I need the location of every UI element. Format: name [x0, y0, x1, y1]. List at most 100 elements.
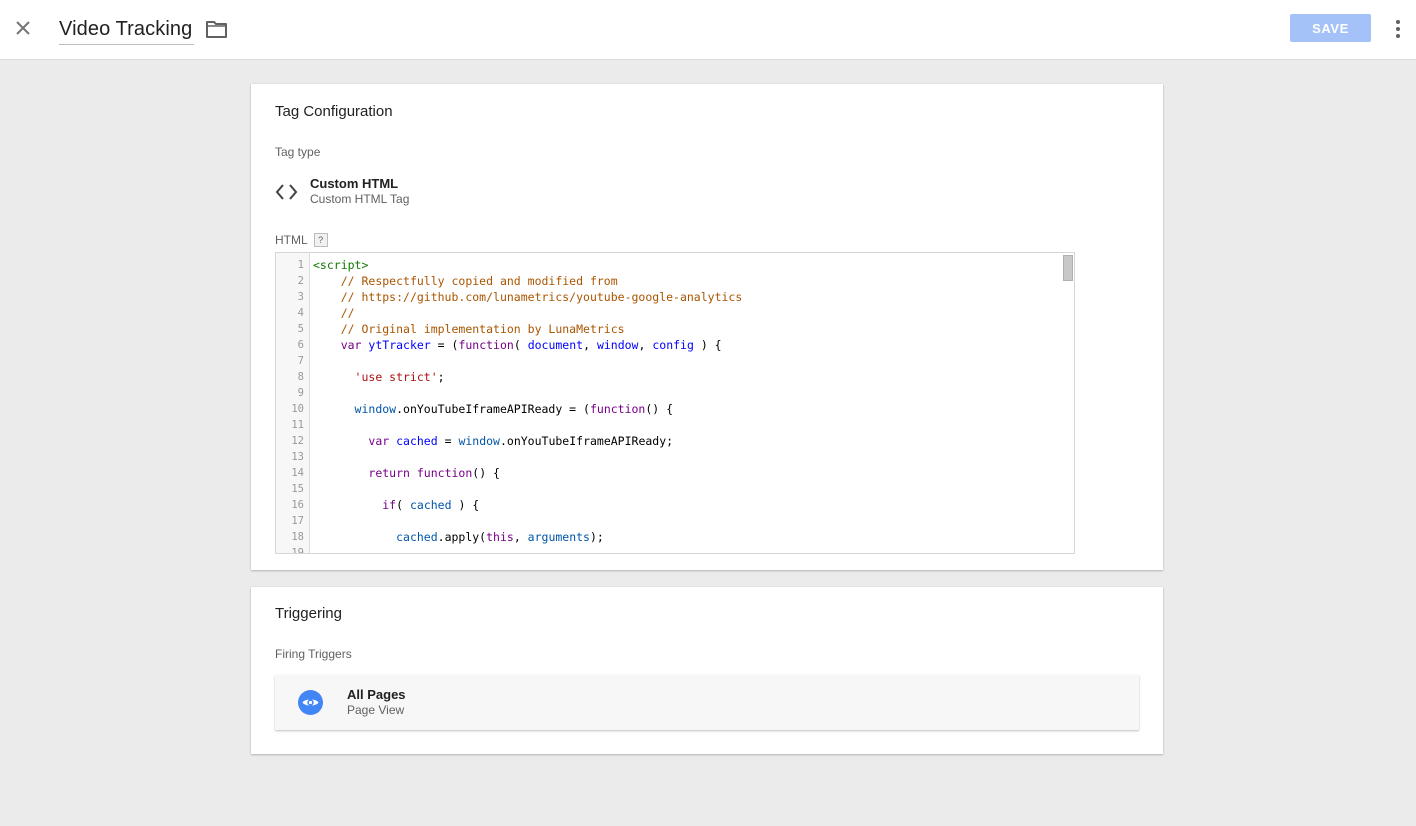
code-line[interactable]: 2 // Respectfully copied and modified fr… — [276, 273, 1074, 289]
card-title: Triggering — [275, 605, 342, 622]
line-number: 1 — [297, 259, 304, 271]
code-token: function — [458, 338, 514, 352]
line-number: 9 — [297, 387, 304, 399]
trigger-row-all-pages[interactable]: All Pages Page View — [275, 675, 1139, 730]
code-line[interactable]: 7 — [276, 353, 1074, 369]
line-number: 5 — [297, 323, 304, 335]
help-icon[interactable]: ? — [313, 233, 328, 247]
trigger-name: All Pages — [347, 687, 406, 702]
code-text: // — [313, 305, 355, 321]
code-token: var — [368, 434, 390, 448]
triggering-card[interactable]: Triggering Firing Triggers All Pages Pag… — [251, 587, 1163, 754]
folder-icon[interactable] — [205, 18, 229, 40]
code-token: ( — [396, 498, 410, 512]
code-line[interactable]: 3 // https://github.com/lunametrics/yout… — [276, 289, 1074, 305]
line-number: 2 — [297, 275, 304, 287]
code-line[interactable]: 14 return function() { — [276, 465, 1074, 481]
tag-type-subtitle: Custom HTML Tag — [310, 192, 410, 206]
code-token: function — [416, 466, 473, 480]
code-line[interactable]: 13 — [276, 449, 1074, 465]
line-number: 16 — [291, 499, 304, 511]
line-number: 7 — [297, 355, 304, 367]
tag-name-field[interactable]: Video Tracking — [59, 14, 195, 45]
code-token: cached — [396, 530, 438, 544]
tag-type-label: Tag type — [275, 145, 321, 159]
code-token: .onYouTubeIframeAPIReady = ( — [396, 402, 590, 416]
code-token: ytTracker — [368, 338, 431, 352]
code-line[interactable]: 6 var ytTracker = (function( document, w… — [276, 337, 1074, 353]
code-text: var cached = window.onYouTubeIframeAPIRe… — [313, 433, 673, 449]
code-line[interactable]: 9 — [276, 385, 1074, 401]
line-number: 14 — [291, 467, 304, 479]
code-line[interactable]: 19 — [276, 545, 1074, 554]
code-token: .onYouTubeIframeAPIReady; — [499, 434, 674, 448]
card-title: Tag Configuration — [275, 103, 393, 120]
code-line[interactable]: 15 — [276, 481, 1074, 497]
line-number: 10 — [291, 403, 304, 415]
close-icon[interactable] — [12, 17, 34, 39]
code-token: ) { — [693, 338, 722, 352]
code-text: <script> — [313, 257, 368, 273]
code-line[interactable]: 4 // — [276, 305, 1074, 321]
code-line[interactable]: 10 window.onYouTubeIframeAPIReady = (fun… — [276, 401, 1074, 417]
line-number: 6 — [297, 339, 304, 351]
code-text: cached.apply(this, arguments); — [313, 529, 604, 545]
line-number: 12 — [291, 435, 304, 447]
code-token: , — [638, 338, 653, 352]
code-line[interactable]: 12 var cached = window.onYouTubeIframeAP… — [276, 433, 1074, 449]
code-editor[interactable]: 1 <script> 2 // Respectfully copied and mo… — [275, 252, 1075, 554]
line-number: 8 — [297, 371, 304, 383]
top-bar: Video Tracking SAVE — [0, 0, 1416, 60]
code-lines[interactable]: 1 <script> 2 // Respectfully copied and mo… — [276, 257, 1074, 554]
code-line[interactable]: 17 — [276, 513, 1074, 529]
code-token: () { — [645, 402, 674, 416]
tag-configuration-card[interactable]: Tag Configuration Tag type Custom HTML C… — [251, 84, 1163, 570]
line-number: 17 — [291, 515, 304, 527]
line-number: 4 — [297, 307, 304, 319]
code-token: return — [368, 466, 410, 480]
code-text: if( cached ) { — [313, 497, 479, 513]
scrollbar-thumb[interactable] — [1063, 255, 1073, 281]
code-line[interactable]: 8 'use strict'; — [276, 369, 1074, 385]
code-token: = ( — [430, 338, 459, 352]
code-token: () { — [472, 466, 500, 480]
code-line[interactable]: 18 cached.apply(this, arguments); — [276, 529, 1074, 545]
code-token: <script> — [313, 258, 369, 272]
code-token: config — [652, 338, 694, 352]
code-line[interactable]: 5 // Original implementation by LunaMetr… — [276, 321, 1074, 337]
code-token: this — [486, 530, 514, 544]
line-number: 3 — [297, 291, 304, 303]
code-token: var — [340, 338, 362, 352]
code-token: function — [589, 402, 646, 416]
line-number: 11 — [291, 419, 304, 431]
code-text: // https://github.com/lunametrics/youtub… — [313, 289, 743, 305]
code-token: // Original implementation by LunaMetric… — [340, 322, 625, 336]
code-token: 'use strict' — [354, 370, 438, 384]
more-vert-icon[interactable] — [1388, 17, 1408, 41]
line-number: 19 — [291, 547, 304, 554]
code-text: window.onYouTubeIframeAPIReady = (functi… — [313, 401, 674, 417]
save-button[interactable]: SAVE — [1290, 14, 1371, 42]
code-token: arguments — [527, 530, 590, 544]
code-line[interactable]: 11 — [276, 417, 1074, 433]
code-token: ( — [513, 338, 528, 352]
code-token: document — [527, 338, 584, 352]
code-text: var ytTracker = (function( document, win… — [313, 337, 722, 353]
code-token: , — [513, 530, 528, 544]
code-line[interactable]: 1 <script> — [276, 257, 1074, 273]
code-token: if — [382, 498, 397, 512]
code-token: window — [354, 402, 397, 416]
line-number: 18 — [291, 531, 304, 543]
code-line[interactable]: 16 if( cached ) { — [276, 497, 1074, 513]
code-token: window — [596, 338, 639, 352]
